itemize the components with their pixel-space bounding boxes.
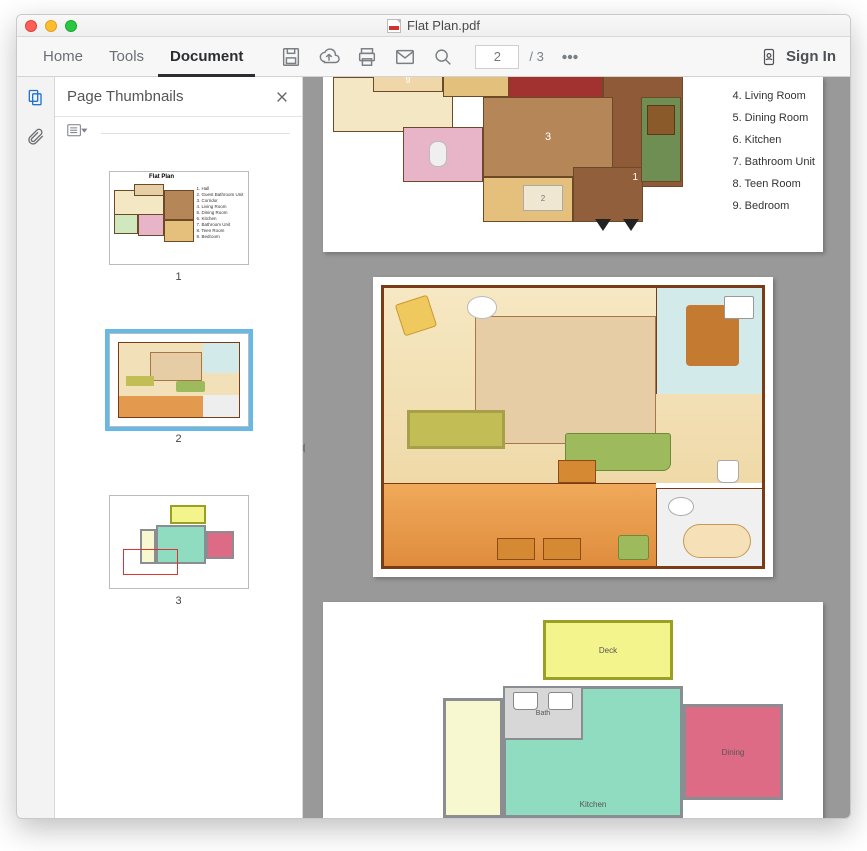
cloud-upload-icon[interactable] — [311, 37, 347, 77]
page-total-label: / 3 — [529, 49, 543, 64]
page-1-legend: 4. Living Room 5. Dining Room 6. Kitchen… — [732, 85, 815, 217]
thumbnails-header: Page Thumbnails — [55, 77, 302, 117]
window-title: Flat Plan.pdf — [17, 18, 850, 33]
thumbnail-3[interactable]: 3 — [109, 495, 249, 607]
collapse-panel-icon[interactable] — [303, 413, 310, 483]
attachments-rail-icon[interactable] — [23, 123, 49, 149]
p3-deck: Deck — [543, 620, 673, 680]
more-icon[interactable] — [552, 37, 588, 77]
close-panel-icon[interactable] — [274, 89, 290, 105]
thumbnails-tools — [55, 117, 302, 149]
thumbnail-2[interactable]: 2 — [109, 333, 249, 445]
thumbnail-options-icon[interactable] — [67, 123, 89, 144]
zoom-button[interactable] — [65, 20, 77, 32]
page-number-input[interactable]: 2 — [475, 45, 519, 69]
sign-in-label: Sign In — [786, 48, 836, 65]
minimize-button[interactable] — [45, 20, 57, 32]
divider — [101, 133, 290, 134]
page-2 — [373, 277, 773, 577]
app-window: Flat Plan.pdf Home Tools Document 2 / 3 — [16, 14, 851, 819]
tab-document[interactable]: Document — [158, 37, 255, 77]
thumbnail-1-page: Flat Plan 1. Hall2. Guest Bathroom Unit3… — [109, 171, 249, 265]
thumbnail-2-number: 2 — [175, 433, 181, 445]
toolbar: Home Tools Document 2 / 3 Sign In — [17, 37, 850, 77]
thumb1-legend: 1. Hall2. Guest Bathroom Unit3. Corridor… — [196, 186, 243, 240]
thumbnails-panel: Page Thumbnails Flat Plan — [55, 77, 303, 818]
floorplan-2 — [381, 285, 765, 569]
close-button[interactable] — [25, 20, 37, 32]
thumbnail-2-page — [109, 333, 249, 427]
save-icon[interactable] — [273, 37, 309, 77]
content-area: Page Thumbnails Flat Plan — [17, 77, 850, 818]
window-controls — [25, 20, 77, 32]
search-icon[interactable] — [425, 37, 461, 77]
nav-rail — [17, 77, 55, 818]
pdf-file-icon — [387, 19, 401, 33]
tab-tools[interactable]: Tools — [97, 37, 156, 77]
floorplan-1: 9 3 7 2 1 — [333, 77, 693, 247]
sign-in-button[interactable]: Sign In — [760, 46, 836, 68]
page-3: Deck Kitchen Bath Dining — [323, 602, 823, 818]
email-icon[interactable] — [387, 37, 423, 77]
thumbnails-rail-icon[interactable] — [23, 85, 49, 111]
thumbnails-title: Page Thumbnails — [67, 88, 183, 105]
thumbnail-3-page — [109, 495, 249, 589]
print-icon[interactable] — [349, 37, 385, 77]
window-title-text: Flat Plan.pdf — [407, 18, 480, 33]
document-viewer[interactable]: 4. Living Room 5. Dining Room 6. Kitchen… — [303, 77, 850, 818]
p3-dining: Dining — [683, 704, 783, 800]
titlebar: Flat Plan.pdf — [17, 15, 850, 37]
thumbnail-1-number: 1 — [175, 271, 181, 283]
thumbnail-3-number: 3 — [175, 595, 181, 607]
thumbnails-list[interactable]: Flat Plan 1. Hall2. Guest Bathroom Unit3… — [55, 149, 302, 607]
tab-home[interactable]: Home — [31, 37, 95, 77]
thumbnail-1[interactable]: Flat Plan 1. Hall2. Guest Bathroom Unit3… — [109, 171, 249, 283]
page-1: 4. Living Room 5. Dining Room 6. Kitchen… — [323, 77, 823, 252]
p3-side — [443, 698, 503, 818]
thumb1-title: Flat Plan — [114, 174, 210, 180]
